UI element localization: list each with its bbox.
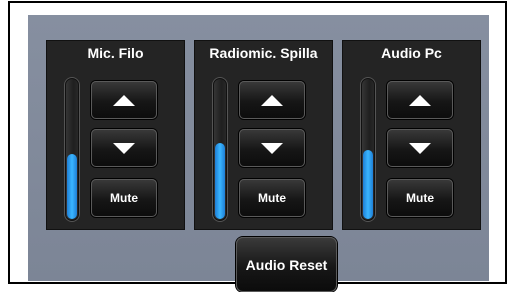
volume-down-button[interactable] — [91, 129, 157, 167]
channel-radiomic-spilla: Radiomic. Spilla Mute — [194, 40, 333, 230]
triangle-up-icon — [261, 94, 283, 106]
volume-level-fill — [215, 142, 225, 219]
volume-up-button[interactable] — [239, 81, 305, 119]
triangle-up-icon — [409, 94, 431, 106]
channel-title: Audio Pc — [381, 45, 442, 61]
triangle-down-icon — [409, 142, 431, 154]
audio-control-panel: Mic. Filo Mute Radiomic. Spilla Mute Aud… — [28, 15, 489, 292]
volume-up-button[interactable] — [91, 81, 157, 119]
triangle-down-icon — [261, 142, 283, 154]
volume-level-fill — [363, 149, 373, 219]
channel-mic-filo: Mic. Filo Mute — [46, 40, 185, 230]
volume-level-meter — [64, 77, 80, 222]
audio-reset-button[interactable]: Audio Reset — [236, 237, 337, 292]
triangle-up-icon — [113, 94, 135, 106]
volume-level-fill — [67, 153, 77, 219]
mute-button[interactable]: Mute — [239, 179, 305, 217]
volume-down-button[interactable] — [239, 129, 305, 167]
channel-audio-pc: Audio Pc Mute — [342, 40, 481, 230]
volume-level-meter — [212, 77, 228, 222]
channel-title: Radiomic. Spilla — [209, 45, 318, 61]
volume-up-button[interactable] — [387, 81, 453, 119]
mute-button[interactable]: Mute — [91, 179, 157, 217]
volume-level-meter — [360, 77, 376, 222]
volume-down-button[interactable] — [387, 129, 453, 167]
mute-button[interactable]: Mute — [387, 179, 453, 217]
channel-title: Mic. Filo — [87, 45, 144, 61]
triangle-down-icon — [113, 142, 135, 154]
